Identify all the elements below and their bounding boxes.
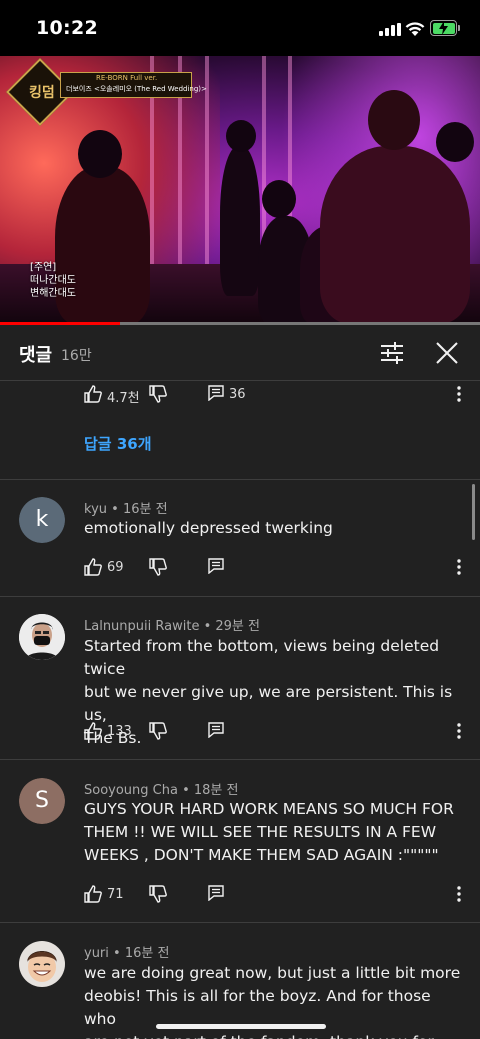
thumbs-down-icon[interactable] [149,558,167,576]
meta-separator: • [177,783,194,798]
comment-line: are not yet part of the fandom, thank yo… [84,1031,466,1039]
video-player[interactable]: 킹덤 RE-BORN Full ver. 더보이즈 <오솔레미오 (The Re… [0,56,480,324]
reply-icon[interactable] [208,558,224,574]
comment-actions: 4.7천 36 [84,385,464,406]
show-logo-text: 킹덤 [29,85,55,101]
comment-time: 16분 전 [122,502,168,517]
divider [0,596,480,597]
avatar[interactable]: S [19,778,65,824]
avatar[interactable] [19,941,65,987]
comment-meta: kyu • 16분 전 [84,498,168,517]
comment-line: but we never give up, we are persistent.… [84,683,453,724]
battery-icon [430,20,460,36]
comment-line: we are doing great now, but just a littl… [84,964,461,982]
comment-line: emotionally depressed twerking [84,519,333,537]
status-time: 10:22 [36,17,98,39]
view-replies-link[interactable]: 답글 36개 [84,433,152,454]
comment-meta: Lalnunpuii Rawite • 29분 전 [84,615,260,634]
close-icon[interactable] [436,342,458,364]
reply-icon[interactable] [208,722,224,738]
like-count: 4.7천 [107,391,140,406]
like-count: 69 [107,560,124,575]
signal-icon [379,23,401,36]
meta-separator: • [108,946,125,961]
thumbs-up-icon[interactable] [84,885,102,903]
comment-meta: Sooyoung Cha • 18분 전 [84,779,239,798]
user-photo-icon [19,941,65,987]
avatar-letter: S [19,778,65,824]
status-bar: 10:22 [0,0,480,56]
comment-author[interactable]: Sooyoung Cha [84,783,178,798]
thumbs-up-icon[interactable] [84,722,102,740]
divider [0,922,480,923]
comment-line: THEM !! WE WILL SEE THE RESULTS IN A FEW [84,823,437,841]
user-photo-icon [19,614,65,660]
comments-title: 댓글 [19,345,53,366]
comment-meta: yuri • 16분 전 [84,942,169,961]
like-count: 133 [107,724,132,739]
comment-line: GUYS YOUR HARD WORK MEANS SO MUCH FOR [84,800,454,818]
caption-line: 변해간대도 [30,288,76,299]
filter-icon[interactable] [380,342,404,364]
wifi-icon [405,22,425,36]
comment-time: 18분 전 [193,783,239,798]
comment-actions: 71 [84,885,464,905]
avatar[interactable]: k [19,497,65,543]
more-vert-icon[interactable] [456,385,462,403]
comment-actions: 133 [84,722,464,742]
comment-time: 16분 전 [124,946,170,961]
thumbs-down-icon[interactable] [149,885,167,903]
comment-text: emotionally depressed twerking [84,517,466,540]
thumbs-down-icon[interactable] [149,722,167,740]
reply-icon[interactable] [208,885,224,901]
reply-icon[interactable] [208,385,224,401]
comment-line: Started from the bottom, views being del… [84,637,440,678]
more-vert-icon[interactable] [456,558,462,576]
meta-separator: • [107,502,123,517]
comment-author[interactable]: yuri [84,946,109,961]
comment-text: GUYS YOUR HARD WORK MEANS SO MUCH FOR TH… [84,798,466,867]
comment-author[interactable]: Lalnunpuii Rawite [84,619,199,634]
divider [0,479,480,480]
more-vert-icon[interactable] [456,885,462,903]
meta-separator: • [199,619,216,634]
avatar[interactable] [19,614,65,660]
comment-line: WEEKS , DON'T MAKE THEM SAD AGAIN :""""" [84,846,439,864]
banner-title: RE-BORN Full ver. [96,74,158,82]
banner-subtitle: 더보이즈 <오솔레미오 (The Red Wedding)> [66,85,207,93]
comments-count: 16만 [61,348,92,364]
thumbs-down-icon[interactable] [149,385,167,403]
divider [0,759,480,760]
reply-count: 36 [229,387,246,402]
avatar-letter: k [19,497,65,543]
more-vert-icon[interactable] [456,722,462,740]
comment-time: 29분 전 [215,619,260,634]
home-indicator[interactable] [156,1024,326,1029]
thumbs-up-icon[interactable] [84,385,102,403]
like-count: 71 [107,887,124,902]
scrollbar[interactable] [472,484,475,540]
thumbs-up-icon[interactable] [84,558,102,576]
comment-author[interactable]: kyu [84,502,107,517]
comment-actions: 69 [84,558,464,578]
